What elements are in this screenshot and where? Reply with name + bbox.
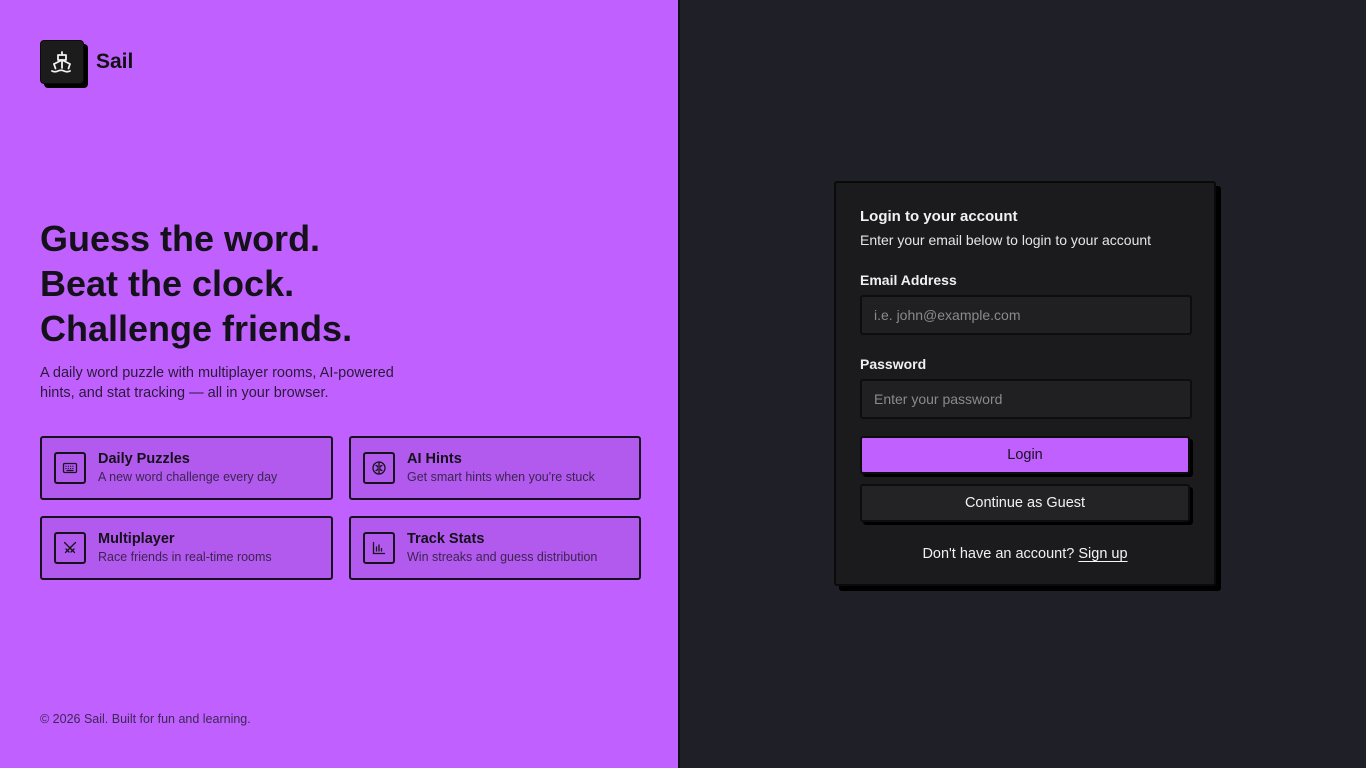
feature-title: Track Stats (407, 531, 485, 547)
feature-title: Daily Puzzles (98, 451, 190, 467)
feature-card-daily-puzzles: Daily Puzzles A new word challenge every… (40, 436, 333, 500)
bar-chart-icon (363, 532, 395, 564)
feature-title: AI Hints (407, 451, 462, 467)
marketing-panel: Sail Guess the word. Beat the clock. Cha… (0, 0, 680, 768)
hero-subtext: A daily word puzzle with multiplayer roo… (40, 365, 394, 401)
password-input[interactable] (860, 379, 1192, 419)
feature-grid: Daily Puzzles A new word challenge every… (40, 436, 641, 580)
swords-icon (54, 532, 86, 564)
feature-desc: Win streaks and guess distribution (407, 550, 598, 564)
headline-line-2: Beat the clock. (40, 263, 295, 304)
keyboard-icon (54, 452, 86, 484)
card-title: Login to your account (860, 208, 1018, 225)
feature-card-track-stats: Track Stats Win streaks and guess distri… (349, 516, 641, 580)
continue-as-guest-button[interactable]: Continue as Guest (860, 484, 1190, 522)
feature-desc: Race friends in real-time rooms (98, 550, 272, 564)
password-label: Password (860, 356, 927, 372)
brain-icon (363, 452, 395, 484)
login-button[interactable]: Login (860, 436, 1190, 474)
brand-name: Sail (96, 50, 134, 73)
feature-title: Multiplayer (98, 531, 175, 547)
signup-row: Don't have an account? Sign up (860, 546, 1190, 562)
email-label: Email Address (860, 272, 957, 288)
login-page: Sail Guess the word. Beat the clock. Cha… (0, 0, 1366, 768)
headline-line-3: Challenge friends. (40, 308, 353, 349)
signup-link[interactable]: Sign up (1078, 546, 1127, 562)
feature-card-ai-hints: AI Hints Get smart hints when you're stu… (349, 436, 641, 500)
hero-headline: Guess the word. Beat the clock. Challeng… (40, 216, 352, 351)
signup-prompt: Don't have an account? (922, 546, 1075, 562)
card-subtitle: Enter your email below to login to your … (860, 232, 1152, 248)
ship-logo-icon (40, 40, 84, 84)
brand[interactable]: Sail (40, 40, 133, 84)
feature-desc: Get smart hints when you're stuck (407, 470, 595, 484)
email-input[interactable] (860, 295, 1192, 335)
feature-desc: A new word challenge every day (98, 470, 278, 484)
feature-card-multiplayer: Multiplayer Race friends in real-time ro… (40, 516, 333, 580)
headline-line-1: Guess the word. (40, 218, 321, 259)
login-card: Login to your account Enter your email b… (834, 181, 1216, 586)
footer-copyright: © 2026 Sail. Built for fun and learning. (40, 712, 251, 726)
